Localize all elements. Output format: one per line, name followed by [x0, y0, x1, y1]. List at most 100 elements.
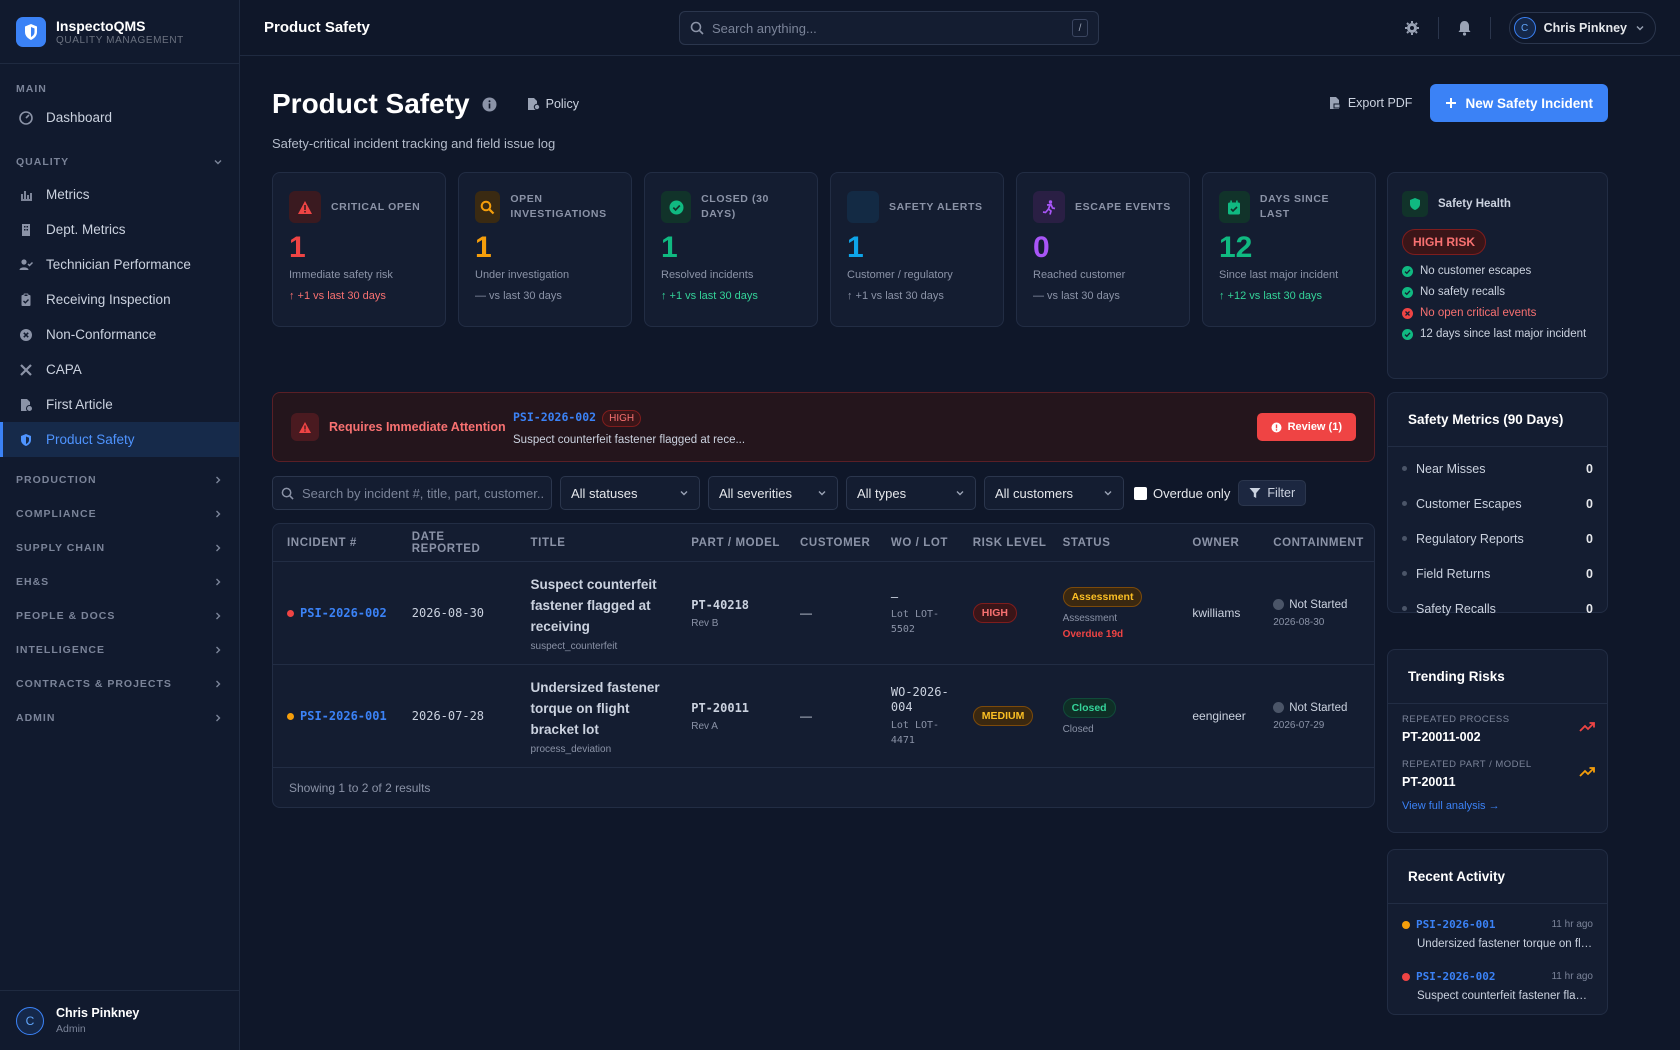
recent-activity-panel: Recent Activity PSI-2026-001 11 hr ago Un… [1387, 849, 1608, 1015]
trending-item[interactable]: REPEATED PART / MODEL PT-20011 [1388, 749, 1607, 794]
sidebar-item-capa[interactable]: CAPA [0, 352, 239, 387]
nav-group-supply-chain[interactable]: SUPPLY CHAIN [0, 531, 239, 565]
calendar-check-icon [1219, 191, 1250, 223]
nav-group-intelligence[interactable]: INTELLIGENCE [0, 633, 239, 667]
trending-risks-panel: Trending Risks REPEATED PROCESS PT-20011… [1387, 649, 1608, 833]
table-row[interactable]: PSI-2026-001 2026-07-28 Undersized faste… [273, 665, 1374, 768]
quality-nav-list: Metrics Dept. Metrics Technician Perform… [0, 177, 239, 457]
sidebar-item-first-article[interactable]: First Article [0, 387, 239, 422]
brand[interactable]: InspectoQMS QUALITY MANAGEMENT [0, 0, 239, 64]
activity-incident-id[interactable]: PSI-2026-002 [1416, 970, 1495, 983]
export-pdf-button[interactable]: Export PDF [1329, 96, 1412, 110]
metric-row: Customer Escapes 0 [1388, 486, 1607, 521]
info-icon[interactable] [482, 97, 497, 112]
chevron-down-icon [213, 157, 223, 167]
stat-card-open-investigations[interactable]: OPEN INVESTIGATIONS 1 Under investigatio… [458, 172, 632, 327]
new-safety-incident-button[interactable]: New Safety Incident [1430, 84, 1608, 122]
stat-label: ESCAPE EVENTS [1075, 200, 1171, 213]
stat-value: 0 [1033, 231, 1050, 264]
stat-value: 12 [1219, 231, 1253, 264]
sidebar-item-product-safety[interactable]: Product Safety [0, 422, 239, 457]
sidebar-item-metrics[interactable]: Metrics [0, 177, 239, 212]
chevron-down-icon [1635, 23, 1645, 33]
nav-group-contracts-projects[interactable]: CONTRACTS & PROJECTS [0, 667, 239, 701]
sidebar-item-label: Receiving Inspection [46, 292, 171, 307]
chevron-right-icon [213, 679, 223, 689]
nav-section-quality[interactable]: QUALITY [0, 151, 239, 173]
table-row[interactable]: PSI-2026-002 2026-08-30 Suspect counterf… [273, 562, 1374, 665]
trending-item[interactable]: REPEATED PROCESS PT-20011-002 [1388, 704, 1607, 749]
status-dot [287, 609, 294, 617]
metric-label: Safety Recalls [1416, 601, 1496, 616]
global-search-input[interactable]: Search anything... / [679, 11, 1099, 45]
running-person-icon [1033, 191, 1065, 223]
filter-button[interactable]: Filter [1238, 480, 1307, 506]
column-header[interactable]: RISK LEVEL [959, 537, 1049, 549]
sidebar-item-dashboard[interactable]: Dashboard [0, 100, 239, 135]
nav-group-ehs[interactable]: EH&S [0, 565, 239, 599]
attention-incident-id[interactable]: PSI-2026-002 [513, 410, 596, 424]
metric-row: Safety Recalls 0 [1388, 591, 1607, 626]
stat-card-escape-events[interactable]: ESCAPE EVENTS 0 Reached customer — vs la… [1016, 172, 1190, 327]
incident-title: Suspect counterfeit fastener flagged at … [530, 577, 657, 634]
nav-group-admin[interactable]: ADMIN [0, 701, 239, 735]
user-menu[interactable]: C Chris Pinkney [1508, 12, 1656, 44]
nav-section-label: QUALITY [16, 156, 70, 168]
nav-group-label: PRODUCTION [16, 474, 97, 486]
metric-value: 0 [1586, 461, 1593, 476]
sidebar-item-technician-performance[interactable]: Technician Performance [0, 247, 239, 282]
page-subtitle: Safety-critical incident tracking and fi… [272, 136, 556, 151]
view-full-analysis-link[interactable]: View full analysis → [1388, 794, 1607, 812]
containment-status: Not Started [1289, 598, 1348, 611]
lot-number: Lot LOT-5502 [890, 608, 940, 635]
avatar: C [1513, 17, 1536, 39]
overdue-only-checkbox[interactable]: Overdue only [1134, 486, 1230, 501]
nav-group-compliance[interactable]: COMPLIANCE [0, 497, 239, 531]
incident-link[interactable]: PSI-2026-001 [287, 709, 398, 723]
column-header[interactable]: DATE REPORTED [398, 531, 517, 555]
column-header[interactable]: CUSTOMER [786, 537, 877, 549]
bell-icon[interactable] [1457, 20, 1472, 36]
work-order: WO-2026-004 [890, 684, 949, 714]
incident-link[interactable]: PSI-2026-002 [287, 606, 398, 620]
nav-group-production[interactable]: PRODUCTION [0, 463, 239, 497]
sidebar-user[interactable]: C Chris Pinkney Admin [0, 990, 239, 1050]
part-rev: Rev B [691, 617, 719, 629]
customer-select[interactable]: All customers [984, 476, 1124, 510]
column-header[interactable]: TITLE [517, 537, 678, 549]
review-button[interactable]: Review (1) [1256, 413, 1356, 441]
type-select[interactable]: All types [846, 476, 976, 510]
metric-label: Field Returns [1416, 566, 1491, 581]
column-header[interactable]: WO / LOT [877, 537, 959, 549]
incident-search-input[interactable]: Search by incident #, title, part, custo… [272, 476, 552, 510]
clipboard-icon [18, 292, 34, 308]
user-name: Chris Pinkney [1543, 21, 1627, 35]
activity-item[interactable]: PSI-2026-001 11 hr ago Undersized fastene… [1388, 910, 1607, 962]
column-header[interactable]: STATUS [1049, 537, 1179, 549]
severity-select[interactable]: All severities [708, 476, 838, 510]
column-header[interactable]: CONTAINMENT [1259, 537, 1374, 549]
stat-card-safety-alerts[interactable]: SAFETY ALERTS 1 Customer / regulatory ↑ … [830, 172, 1004, 327]
activity-incident-id[interactable]: PSI-2026-001 [1416, 918, 1495, 931]
status-select[interactable]: All statuses [560, 476, 700, 510]
activity-item[interactable]: PSI-2026-002 11 hr ago Suspect counterfei… [1388, 962, 1607, 1014]
sidebar-item-receiving-inspection[interactable]: Receiving Inspection [0, 282, 239, 317]
sidebar-item-non-conformance[interactable]: Non-Conformance [0, 317, 239, 352]
policy-button[interactable]: Policy [527, 97, 579, 111]
column-header[interactable]: INCIDENT # [273, 537, 398, 549]
column-header[interactable]: OWNER [1178, 537, 1259, 549]
stat-card-closed-30-days[interactable]: CLOSED (30 DAYS) 1 Resolved incidents ↑ … [644, 172, 818, 327]
divider [1489, 17, 1491, 39]
attention-incident[interactable]: PSI-2026-002 HIGH Suspect counterfeit fas… [513, 409, 745, 446]
gear-icon[interactable] [1404, 20, 1420, 36]
nav-group-people-docs[interactable]: PEOPLE & DOCS [0, 599, 239, 633]
check-icon [1402, 286, 1413, 298]
column-header[interactable]: PART / MODEL [677, 537, 786, 549]
sidebar-item-dept-metrics[interactable]: Dept. Metrics [0, 212, 239, 247]
stat-card-days-since-last[interactable]: DAYS SINCE LAST 12 Since last major inci… [1202, 172, 1376, 327]
status-badge: Closed [1062, 697, 1116, 718]
stat-desc: Resolved incidents [661, 269, 754, 281]
nav-section-label: MAIN [16, 83, 47, 95]
stat-card-critical-open[interactable]: CRITICAL OPEN 1 Immediate safety risk ↑ … [272, 172, 446, 327]
checkbox-box[interactable] [1134, 486, 1147, 500]
